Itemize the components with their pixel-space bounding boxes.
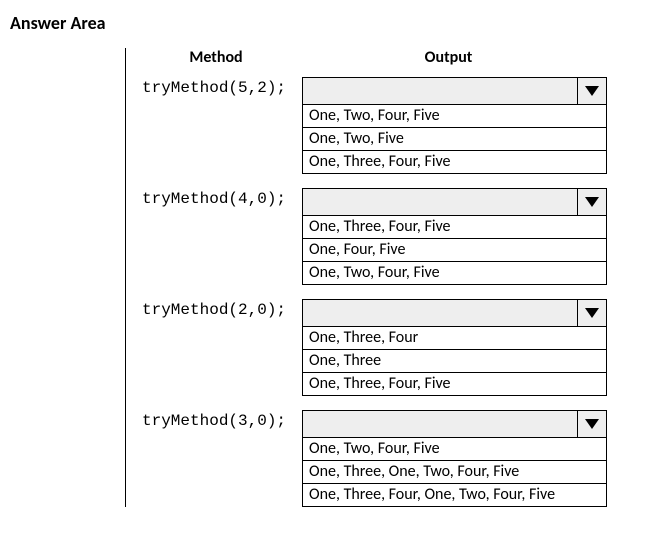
dropdown-option[interactable]: One, Two, Four, Five (302, 438, 607, 461)
question-row: tryMethod(2,0); One, Three, Four One, Th… (136, 299, 607, 396)
content-area: Method Output tryMethod(5,2); One, Two, … (10, 48, 661, 507)
dropdown-button[interactable] (577, 411, 606, 437)
question-grid: Method Output tryMethod(5,2); One, Two, … (126, 48, 607, 507)
dropdown-select[interactable] (302, 77, 607, 105)
question-row: tryMethod(3,0); One, Two, Four, Five One… (136, 410, 607, 507)
chevron-down-icon (585, 308, 599, 318)
dropdown-option[interactable]: One, Two, Five (302, 128, 607, 151)
dropdown-button[interactable] (577, 78, 606, 104)
dropdown-option[interactable]: One, Four, Five (302, 239, 607, 262)
page-title: Answer Area (10, 12, 661, 34)
dropdown-value (303, 411, 577, 437)
dropdown-select[interactable] (302, 188, 607, 216)
method-call: tryMethod(4,0); (136, 188, 302, 208)
dropdown-value (303, 300, 577, 326)
method-call: tryMethod(5,2); (136, 77, 302, 97)
header-row: Method Output (136, 48, 607, 67)
method-call: tryMethod(3,0); (136, 410, 302, 430)
question-row: tryMethod(4,0); One, Three, Four, Five O… (136, 188, 607, 285)
dropdown-value (303, 78, 577, 104)
dropdown-button[interactable] (577, 189, 606, 215)
chevron-down-icon (585, 197, 599, 207)
dropdown-option[interactable]: One, Three, Four, Five (302, 216, 607, 239)
output-header: Output (296, 48, 601, 67)
dropdown-option[interactable]: One, Three, Four, One, Two, Four, Five (302, 484, 607, 507)
dropdown-select[interactable] (302, 410, 607, 438)
method-call: tryMethod(2,0); (136, 299, 302, 319)
dropdown-option[interactable]: One, Two, Four, Five (302, 262, 607, 285)
method-header: Method (136, 48, 296, 67)
dropdown-option[interactable]: One, Three, Four (302, 327, 607, 350)
output-block: One, Three, Four, Five One, Four, Five O… (302, 188, 607, 285)
output-block: One, Two, Four, Five One, Two, Five One,… (302, 77, 607, 174)
dropdown-option[interactable]: One, Three (302, 350, 607, 373)
chevron-down-icon (585, 86, 599, 96)
output-block: One, Two, Four, Five One, Three, One, Tw… (302, 410, 607, 507)
dropdown-option[interactable]: One, Three, Four, Five (302, 151, 607, 174)
dropdown-select[interactable] (302, 299, 607, 327)
dropdown-button[interactable] (577, 300, 606, 326)
dropdown-value (303, 189, 577, 215)
dropdown-option[interactable]: One, Three, One, Two, Four, Five (302, 461, 607, 484)
dropdown-option[interactable]: One, Three, Four, Five (302, 373, 607, 396)
chevron-down-icon (585, 419, 599, 429)
question-row: tryMethod(5,2); One, Two, Four, Five One… (136, 77, 607, 174)
output-block: One, Three, Four One, Three One, Three, … (302, 299, 607, 396)
dropdown-option[interactable]: One, Two, Four, Five (302, 105, 607, 128)
